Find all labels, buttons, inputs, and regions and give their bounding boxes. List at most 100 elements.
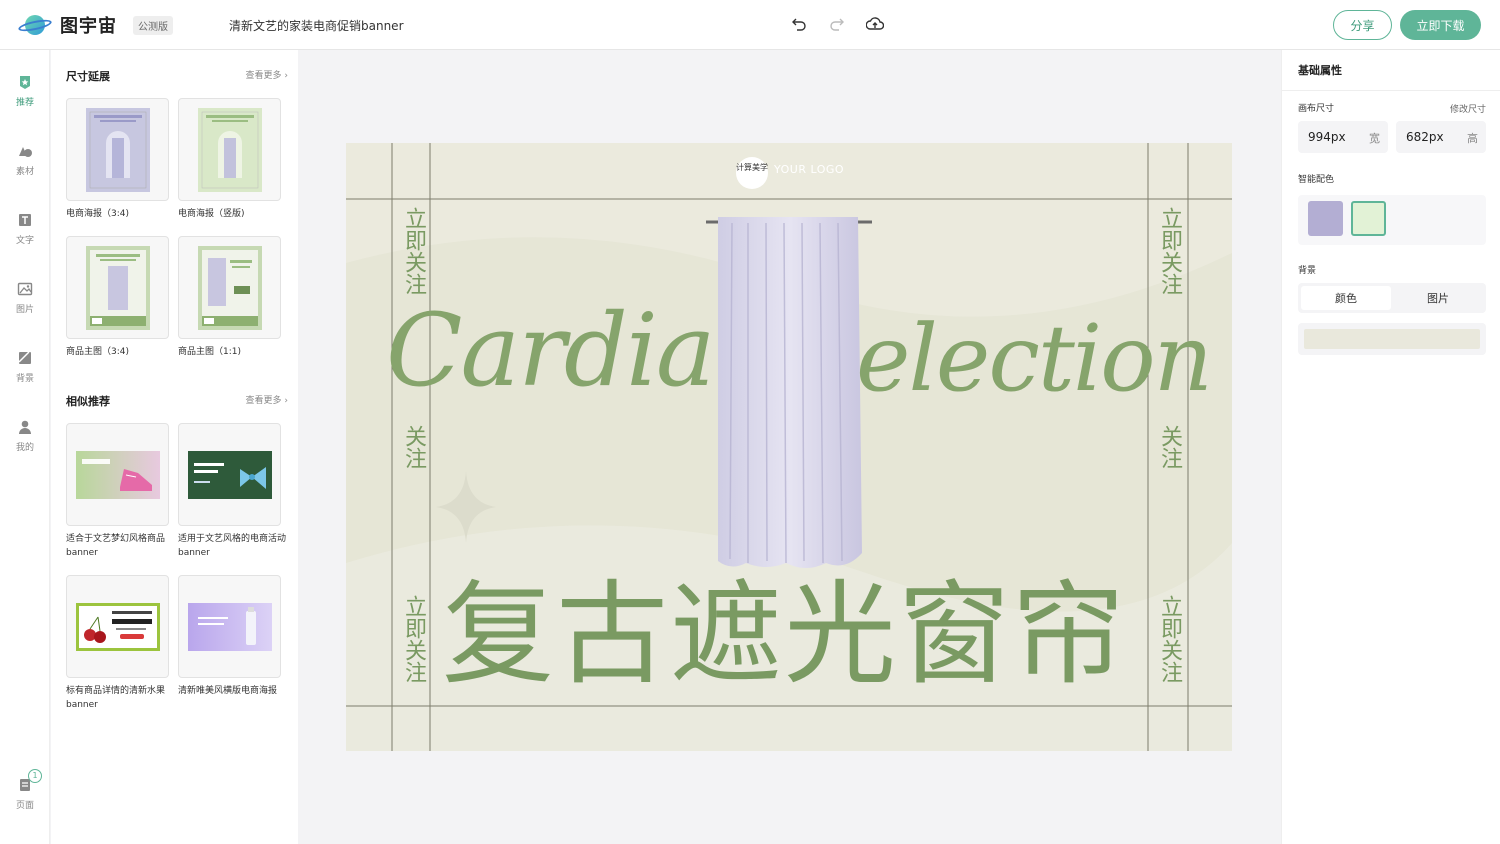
rail-item-mine[interactable]: 我的 [0,419,50,453]
tab-image[interactable]: 图片 [1393,286,1483,310]
side-follow-left-mid: 关注 [401,425,426,469]
similar-thumb-bow[interactable] [178,423,281,526]
recommend-icon [20,76,30,89]
similar-thumb-shoes[interactable] [66,423,169,526]
left-tool-rail: 推荐 素材 文字 图片 背景 我的 1 页面 [0,50,50,844]
rail-item-background[interactable]: 背景 [0,350,50,384]
poster-preview-image [198,108,262,192]
height-field[interactable]: 682px 高 [1396,121,1486,153]
size-thumb-main-3-4[interactable] [66,236,169,339]
properties-title: 基础属性 [1298,64,1342,77]
rail-label-pages: 页面 [15,801,34,811]
background-color-preview [1304,329,1480,349]
background-type-toggle: 颜色 图片 [1298,283,1486,313]
bow-banner-preview [188,451,272,499]
resize-link[interactable]: 修改尺寸 [1450,102,1486,115]
beta-badge: 公测版 [133,15,173,35]
rail-label-recommend: 推荐 [15,98,34,108]
width-unit: 宽 [1369,132,1380,145]
brand-logo-text: YOUR LOGO [774,163,845,176]
undo-icon[interactable] [788,13,810,35]
template-panel: 尺寸延展 查看更多 › 电商海报（3:4) 电商海报（竖版) 商品主图（3:4)… [51,50,298,844]
side-follow-left-bottom: 立即关注 [401,595,426,683]
rail-label-image: 图片 [15,305,34,315]
script-text-right: election [856,305,1213,412]
color-swatch-mint[interactable] [1351,201,1386,236]
poster-preview-image [86,108,150,192]
side-follow-right-mid: 关注 [1157,425,1182,469]
width-field[interactable]: 994px 宽 [1298,121,1388,153]
smart-color-label: 智能配色 [1298,175,1335,185]
image-icon [17,282,33,296]
color-swatch-lavender[interactable] [1308,201,1343,236]
similar-more-link[interactable]: 查看更多 › [246,393,289,406]
chevron-right-icon: › [284,396,288,406]
product-preview-image [198,246,262,330]
history-controls [788,13,886,35]
rail-item-recommend[interactable]: 推荐 [0,74,50,108]
similar-more-label: 查看更多 [245,396,282,406]
rail-label-text: 文字 [15,236,34,246]
size-caption: 电商海报（竖版) [178,209,245,219]
similar-caption: 适合于文艺梦幻风格商品banner [66,534,166,558]
side-follow-right-top: 立即关注 [1157,207,1182,295]
material-icon [19,147,32,157]
similar-caption: 适用于文艺风格的电商活动banner [178,534,287,558]
redo-icon[interactable] [826,13,848,35]
smart-color-swatches [1298,195,1486,245]
height-value: 682px [1406,130,1444,144]
size-extend-more-link[interactable]: 查看更多 › [246,68,289,81]
size-thumb-poster-3-4[interactable] [66,98,169,201]
size-caption: 商品主图（1:1) [178,347,241,357]
planet-logo-icon [17,12,53,38]
chevron-right-icon: › [284,71,288,81]
rail-item-pages[interactable]: 1 页面 [0,769,50,811]
script-text-left: Cardia [386,292,716,409]
rail-label-mine: 我的 [15,443,34,453]
text-icon [19,214,31,226]
height-unit: 高 [1467,132,1478,145]
tab-color[interactable]: 颜色 [1301,286,1391,310]
user-icon [19,420,31,434]
product-preview-image [86,246,150,330]
brand-logo-badge: 计算美学 [736,157,768,189]
similar-thumb-cherry[interactable] [66,575,169,678]
rail-item-text[interactable]: 文字 [0,212,50,246]
app-logo[interactable]: 图宇宙 公测版 [17,12,173,38]
side-follow-right-bottom: 立即关注 [1157,595,1182,683]
background-icon [18,351,31,364]
size-caption: 电商海报（3:4) [66,209,129,219]
similar-caption: 标有商品详情的清新水果banner [66,686,166,710]
banner-design-canvas[interactable]: 计算美学 YOUR LOGO Cardia election 复古遮光窗帘 立即… [346,143,1232,751]
cloud-upload-icon[interactable] [864,13,886,35]
pages-count-badge: 1 [28,769,42,783]
share-button[interactable]: 分享 [1333,10,1392,40]
similar-thumb-cosmetic[interactable] [178,575,281,678]
app-name: 图宇宙 [60,16,117,37]
shoes-banner-preview [76,451,160,499]
divider [1282,90,1500,91]
document-title[interactable]: 清新文艺的家装电商促销banner [229,17,404,34]
size-caption: 商品主图（3:4) [66,347,129,357]
size-more-label: 查看更多 [245,71,282,81]
cherry-banner-preview [76,603,160,651]
cosmetic-banner-preview [188,603,272,651]
rail-item-material[interactable]: 素材 [0,143,50,177]
download-button[interactable]: 立即下载 [1400,10,1481,40]
background-label: 背景 [1298,266,1317,276]
canvas-workspace[interactable]: 计算美学 YOUR LOGO Cardia election 复古遮光窗帘 立即… [298,50,1281,844]
top-bar: 图宇宙 公测版 清新文艺的家装电商促销banner 分享 立即下载 [0,0,1500,50]
size-thumb-main-1-1[interactable] [178,236,281,339]
similar-title: 相似推荐 [66,395,110,408]
side-follow-left-top: 立即关注 [401,207,426,295]
rail-item-image[interactable]: 图片 [0,281,50,315]
size-extend-title: 尺寸延展 [66,70,110,83]
similar-caption: 清新唯美风横版电商海报 [178,686,278,696]
rail-label-material: 素材 [15,167,34,177]
size-thumb-poster-vertical[interactable] [178,98,281,201]
banner-headline: 复古遮光窗帘 [442,570,1126,700]
canvas-size-label: 画布尺寸 [1298,104,1335,114]
properties-panel: 基础属性 画布尺寸 修改尺寸 994px 宽 682px 高 智能配色 背景 颜… [1281,50,1500,844]
width-value: 994px [1308,130,1346,144]
background-color-picker[interactable] [1298,323,1486,355]
